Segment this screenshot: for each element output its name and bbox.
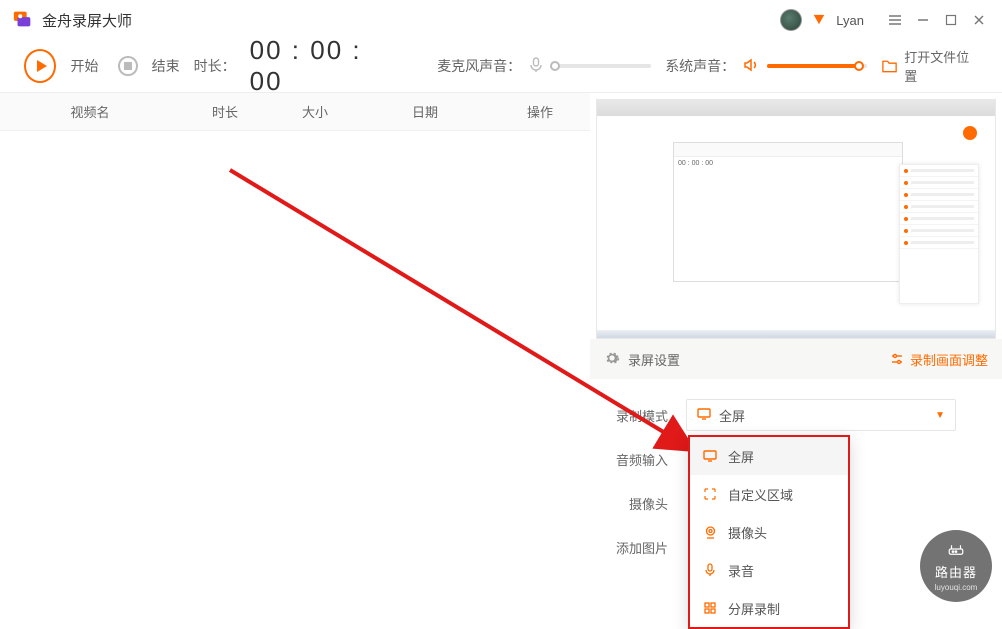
monitor-icon — [702, 450, 718, 462]
camera-label: 摄像头 — [608, 494, 668, 513]
system-volume-section: 系统声音： — [665, 56, 867, 76]
gear-icon — [604, 350, 620, 369]
recordings-panel: 视频名 时长 大小 日期 操作 — [0, 93, 590, 613]
minimize-button[interactable] — [912, 9, 934, 31]
col-date: 日期 — [360, 102, 490, 121]
adjust-label: 录制画面调整 — [910, 350, 988, 369]
timer-display: 00 : 00 : 00 — [250, 35, 396, 97]
record-stop-button[interactable] — [118, 56, 137, 76]
mode-row: 录制模式 全屏 ▼ — [608, 393, 984, 437]
dd-item-region[interactable]: 自定义区域 — [690, 475, 848, 513]
crop-icon — [702, 488, 718, 500]
mic-icon — [529, 57, 543, 76]
user-name[interactable]: Lyan — [836, 13, 864, 28]
dd-label: 摄像头 — [728, 523, 767, 542]
chevron-down-icon: ▼ — [935, 410, 945, 421]
split-icon — [702, 602, 718, 614]
watermark-text: 路由器 — [935, 562, 977, 581]
router-icon — [947, 541, 965, 560]
window-buttons — [884, 9, 990, 31]
dd-label: 分屏录制 — [728, 599, 780, 618]
mode-value: 全屏 — [719, 406, 745, 425]
dd-item-camera[interactable]: 摄像头 — [690, 513, 848, 551]
app-title: 金舟录屏大师 — [42, 10, 132, 31]
col-duration: 时长 — [180, 102, 270, 121]
dd-item-audio[interactable]: 录音 — [690, 551, 848, 589]
table-header: 视频名 时长 大小 日期 操作 — [0, 93, 590, 131]
system-slider[interactable] — [767, 64, 867, 68]
table-body — [0, 131, 590, 613]
toolbar: 开始 结束 时长： 00 : 00 : 00 麦克风声音： 系统声音： 打开文件… — [0, 40, 1002, 92]
webcam-icon — [702, 526, 718, 539]
stop-label: 结束 — [152, 56, 180, 76]
mode-select[interactable]: 全屏 ▼ — [686, 399, 956, 431]
vip-icon — [812, 12, 826, 29]
addimg-label: 添加图片 — [608, 538, 668, 557]
mode-label: 录制模式 — [608, 406, 668, 425]
record-start-button[interactable] — [24, 49, 56, 83]
mode-dropdown: 全屏 自定义区域 摄像头 录音 分屏录制 — [688, 435, 850, 629]
brand-icon — [12, 8, 34, 33]
speaker-icon — [743, 58, 759, 75]
close-button[interactable] — [968, 9, 990, 31]
monitor-icon — [697, 408, 711, 423]
dd-item-fullscreen[interactable]: 全屏 — [690, 437, 848, 475]
watermark-sub: luyouqi.com — [935, 583, 978, 592]
mic-volume-section: 麦克风声音： — [437, 56, 651, 76]
preview-area: 00 : 00 : 00 — [596, 99, 996, 339]
dd-item-split[interactable]: 分屏录制 — [690, 589, 848, 627]
col-name: 视频名 — [0, 102, 180, 121]
dd-label: 录音 — [728, 561, 754, 580]
mic-slider[interactable] — [551, 64, 651, 68]
mic-label: 麦克风声音： — [437, 56, 521, 76]
maximize-button[interactable] — [940, 9, 962, 31]
open-folder-label: 打开文件位置 — [904, 47, 978, 85]
titlebar: 金舟录屏大师 Lyan — [0, 0, 1002, 40]
settings-bar: 录屏设置 录制画面调整 — [590, 339, 1002, 379]
open-folder-button[interactable]: 打开文件位置 — [881, 47, 978, 85]
dd-label: 自定义区域 — [728, 485, 793, 504]
titlebar-right: Lyan — [780, 9, 990, 31]
adjust-button[interactable]: 录制画面调整 — [890, 350, 988, 369]
titlebar-left: 金舟录屏大师 — [12, 8, 132, 33]
audio-label: 音频输入 — [608, 450, 668, 469]
sys-label: 系统声音： — [665, 56, 735, 76]
menu-button[interactable] — [884, 9, 906, 31]
content-area: 视频名 时长 大小 日期 操作 00 : 00 : 00 — [0, 93, 1002, 613]
col-ops: 操作 — [490, 102, 590, 121]
duration-label: 时长： — [194, 56, 236, 76]
start-label: 开始 — [70, 56, 98, 76]
mic-icon — [702, 563, 718, 577]
col-size: 大小 — [270, 102, 360, 121]
dd-label: 全屏 — [728, 447, 754, 466]
watermark-badge: 路由器 luyouqi.com — [920, 530, 992, 602]
settings-title: 录屏设置 — [628, 350, 680, 369]
avatar[interactable] — [780, 9, 802, 31]
